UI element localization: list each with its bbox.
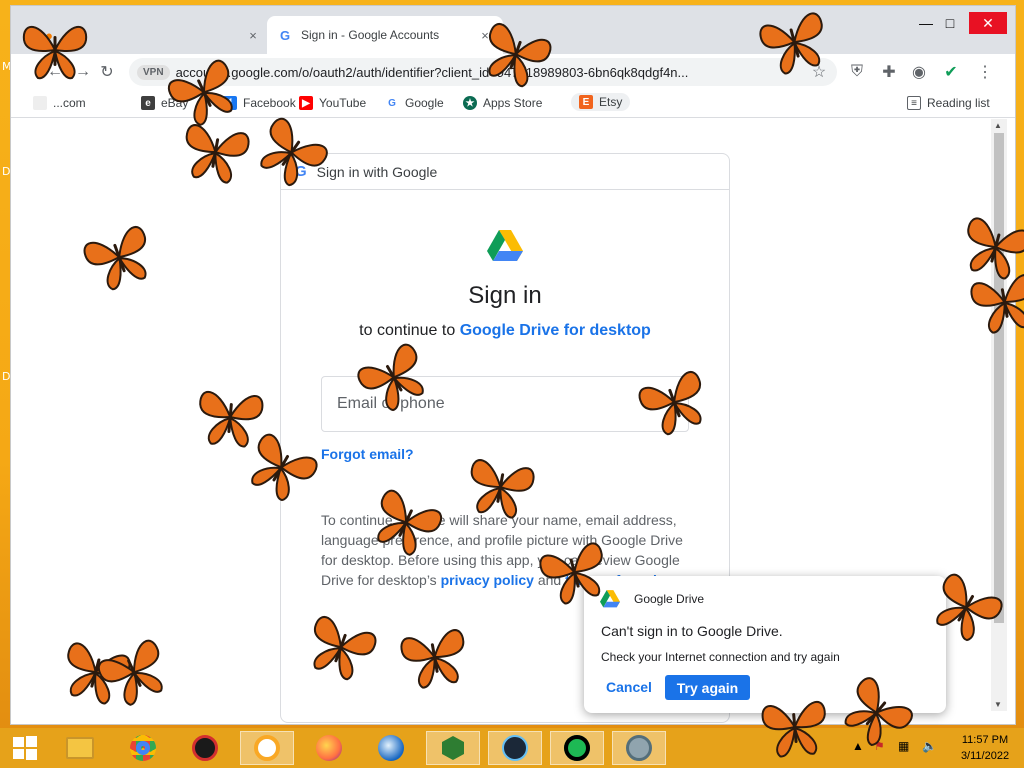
cancel-button[interactable]: Cancel xyxy=(606,679,652,695)
bookmark-item[interactable]: ...com xyxy=(33,96,86,110)
profile-icon[interactable]: ◉ xyxy=(907,60,931,84)
steam-icon[interactable] xyxy=(488,731,542,765)
forgot-email-link[interactable]: Forgot email? xyxy=(321,446,414,462)
file-explorer-icon[interactable] xyxy=(63,731,97,765)
vpn-lock-icon[interactable] xyxy=(240,731,294,765)
notification-title: Can't sign in to Google Drive. xyxy=(601,623,783,639)
signin-title: Sign in xyxy=(468,282,542,309)
tab-active[interactable]: G Sign in - Google Accounts × xyxy=(267,16,503,54)
butterfly-icon xyxy=(175,114,256,194)
thunderbird-icon[interactable] xyxy=(374,731,408,765)
reading-list-label: Reading list xyxy=(927,96,990,110)
youtube-icon: ▶ xyxy=(299,96,313,110)
google-g-icon: G xyxy=(388,97,396,109)
windows-start-icon[interactable] xyxy=(8,731,42,765)
spotify-icon[interactable] xyxy=(550,731,604,765)
bookmark-item[interactable]: G Google xyxy=(385,96,444,110)
signin-header-text: Sign in with Google xyxy=(316,163,438,180)
shield-extension-icon[interactable]: ⛨ xyxy=(845,60,869,84)
bookmark-item[interactable]: ▶ YouTube xyxy=(299,96,366,110)
generic-site-icon xyxy=(33,96,47,110)
butterfly-icon xyxy=(757,692,833,767)
red-app-icon[interactable] xyxy=(188,731,222,765)
taskbar-clock[interactable]: 11:57 PM 3/11/2022 xyxy=(950,732,1020,764)
reload-icon[interactable]: ↻ xyxy=(95,60,119,84)
signin-subtitle: to continue to Google Drive for desktop xyxy=(281,322,729,340)
extensions-puzzle-icon[interactable]: ✚ xyxy=(877,60,901,84)
bookmark-item[interactable]: E Etsy xyxy=(571,93,631,111)
scroll-down-icon[interactable]: ▼ xyxy=(994,700,1002,709)
maximize-button[interactable]: □ xyxy=(935,12,965,34)
clock-time: 11:57 PM xyxy=(961,734,1009,746)
tab-title: Sign in - Google Accounts xyxy=(301,28,440,42)
tray-network-icon[interactable]: ▦ xyxy=(898,739,909,753)
firefox-icon[interactable] xyxy=(312,731,346,765)
butterfly-icon xyxy=(395,619,476,699)
try-again-button[interactable]: Try again xyxy=(665,675,750,700)
signin-card-header: G Sign in with Google xyxy=(281,154,729,190)
bookmark-label: YouTube xyxy=(319,96,367,110)
tab-close-icon[interactable]: × xyxy=(245,28,261,43)
clock-date: 3/11/2022 xyxy=(960,750,1010,762)
ebay-icon: e xyxy=(141,96,155,110)
notification-app-name: Google Drive xyxy=(634,592,705,606)
google-drive-logo-icon xyxy=(487,230,523,261)
privacy-policy-link[interactable]: privacy policy xyxy=(441,572,534,588)
scroll-up-icon[interactable]: ▲ xyxy=(994,121,1002,130)
reading-list-icon: ≡ xyxy=(907,96,921,110)
protonvpn-icon[interactable] xyxy=(426,731,480,765)
notification-body: Check your Internet connection and try a… xyxy=(601,650,840,664)
reading-list-button[interactable]: ≡ Reading list xyxy=(907,96,990,110)
chrome-icon[interactable] xyxy=(126,731,160,765)
bookmarks-bar: ...com e eBay f Facebook ▶ YouTube G Goo… xyxy=(11,90,1015,118)
menu-kebab-icon[interactable]: ⋮ xyxy=(973,60,997,84)
scroll-thumb[interactable] xyxy=(994,133,1004,623)
url-text[interactable]: accounts.google.com/o/oauth2/auth/identi… xyxy=(176,65,689,80)
bookmark-label: Google xyxy=(405,96,444,110)
google-g-icon: G xyxy=(279,27,291,43)
bookmark-label: Facebook xyxy=(243,96,296,110)
network-app-icon[interactable] xyxy=(612,731,666,765)
tray-volume-icon[interactable]: 🔈 xyxy=(922,739,937,753)
security-check-icon[interactable]: ✔ xyxy=(939,60,963,84)
store-icon: ★ xyxy=(463,96,477,110)
app-name-link[interactable]: Google Drive for desktop xyxy=(460,322,651,339)
butterfly-icon xyxy=(20,18,90,87)
butterfly-icon xyxy=(965,264,1024,344)
close-window-button[interactable]: ✕ xyxy=(969,12,1007,34)
bookmark-label: Etsy xyxy=(599,95,623,109)
butterfly-icon xyxy=(460,449,541,529)
bookmark-label: ...com xyxy=(53,96,86,110)
etsy-icon: E xyxy=(579,95,593,109)
